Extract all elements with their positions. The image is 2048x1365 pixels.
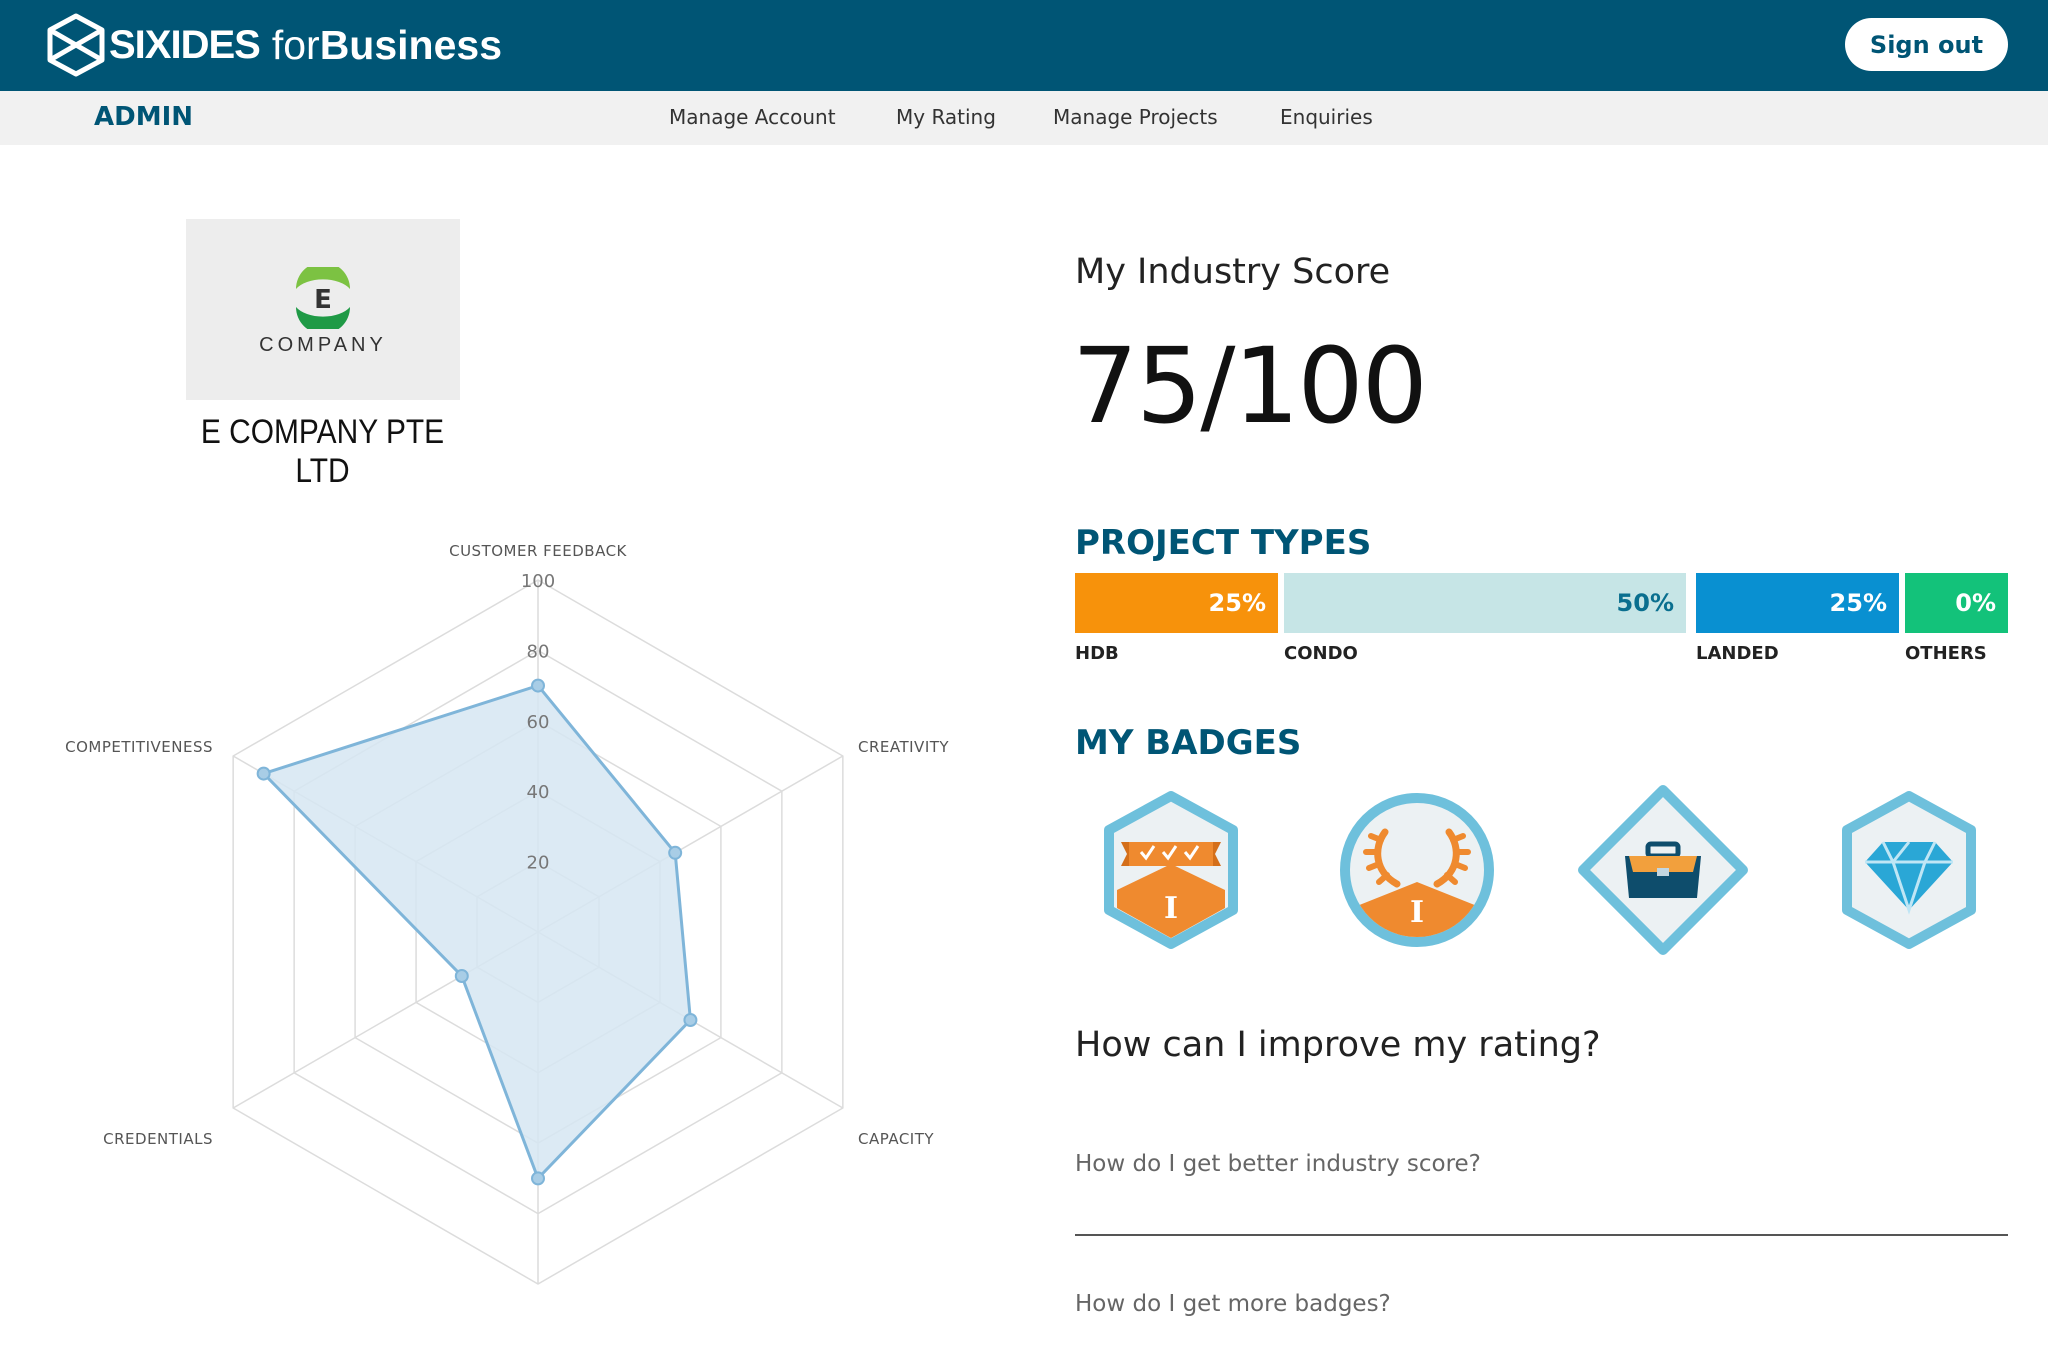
diamond-badge-icon[interactable] <box>1819 780 1999 960</box>
admin-label: ADMIN <box>94 102 194 132</box>
faq-divider <box>1075 1234 2008 1236</box>
project-types-heading: PROJECT TYPES <box>1075 523 1372 563</box>
radar-axis-label: COMPETITIVENESS <box>65 738 213 756</box>
radar-tick-label: 20 <box>527 853 550 874</box>
hexagon-logo-icon <box>47 13 105 77</box>
radar-tick-label: 60 <box>527 712 550 733</box>
radar-data-point <box>668 845 683 860</box>
faq-more-badges[interactable]: How do I get more badges? <box>1075 1291 1391 1317</box>
sign-out-button[interactable]: Sign out <box>1845 18 2008 71</box>
briefcase-badge-icon[interactable] <box>1573 780 1753 960</box>
segment-condo: 50% <box>1284 573 1686 633</box>
nav-manage-projects[interactable]: Manage Projects <box>1053 105 1218 129</box>
radar-tick-label: 100 <box>521 571 555 592</box>
radar-data-point <box>531 1171 545 1186</box>
company-logo: E COMPANY <box>186 219 460 400</box>
radar-tick-label: 80 <box>527 641 550 662</box>
radar-axis-label: CREATIVITY <box>858 738 949 756</box>
project-types-bar: 25% 50% 25% 0% <box>1075 573 2008 633</box>
nav-my-rating[interactable]: My Rating <box>896 105 996 129</box>
certified-ribbon-badge-icon[interactable]: I <box>1081 780 1261 960</box>
sub-navigation: ADMIN Manage Account My Rating Manage Pr… <box>0 91 2048 145</box>
svg-text:I: I <box>1410 895 1424 930</box>
segment-label-condo: CONDO <box>1284 643 1358 664</box>
radar-data-point <box>454 969 469 983</box>
industry-score-label: My Industry Score <box>1075 252 1391 292</box>
top-header: SIXIDES for Business Sign out <box>0 0 2048 91</box>
faq-better-industry-score[interactable]: How do I get better industry score? <box>1075 1151 1481 1177</box>
company-logo-letter: E <box>314 285 332 315</box>
segment-hdb: 25% <box>1075 573 1278 633</box>
company-name: E COMPANY PTE LTD <box>200 413 445 490</box>
segment-label-others: OTHERS <box>1905 643 1987 664</box>
radar-data-point <box>683 1013 698 1027</box>
brand-business: Business <box>319 21 503 68</box>
rating-radar-chart: 20 40 60 80 100 CUSTOMER FEEDBACK CREATIVITY CA… <box>65 542 949 1285</box>
radar-axis-label: CAPACITY <box>858 1130 934 1148</box>
radar-series-area <box>260 683 692 1182</box>
radar-data-point <box>256 766 271 781</box>
svg-text:I: I <box>1164 891 1178 926</box>
brand-logo[interactable]: SIXIDES for Business <box>46 13 502 77</box>
industry-score-value: 75/100 <box>1072 325 1428 447</box>
segment-label-hdb: HDB <box>1075 643 1119 664</box>
laurel-award-badge-icon[interactable]: I <box>1327 780 1507 960</box>
nav-manage-account[interactable]: Manage Account <box>669 105 836 129</box>
improve-rating-heading: How can I improve my rating? <box>1075 1025 1601 1065</box>
brand-name: SIXIDES <box>109 22 261 67</box>
radar-data-point <box>531 678 545 693</box>
radar-tick-label: 40 <box>527 782 550 803</box>
brand-for: for <box>271 21 320 68</box>
company-logo-word: COMPANY <box>259 334 387 356</box>
radar-axis-label: CREDENTIALS <box>103 1130 213 1148</box>
segment-landed: 25% <box>1696 573 1899 633</box>
nav-enquiries[interactable]: Enquiries <box>1280 105 1373 129</box>
segment-others: 0% <box>1905 573 2008 633</box>
my-badges-heading: MY BADGES <box>1075 723 1302 763</box>
radar-axis-label: CUSTOMER FEEDBACK <box>449 542 627 560</box>
company-e-logo-icon: E <box>296 267 350 329</box>
segment-label-landed: LANDED <box>1696 643 1779 664</box>
